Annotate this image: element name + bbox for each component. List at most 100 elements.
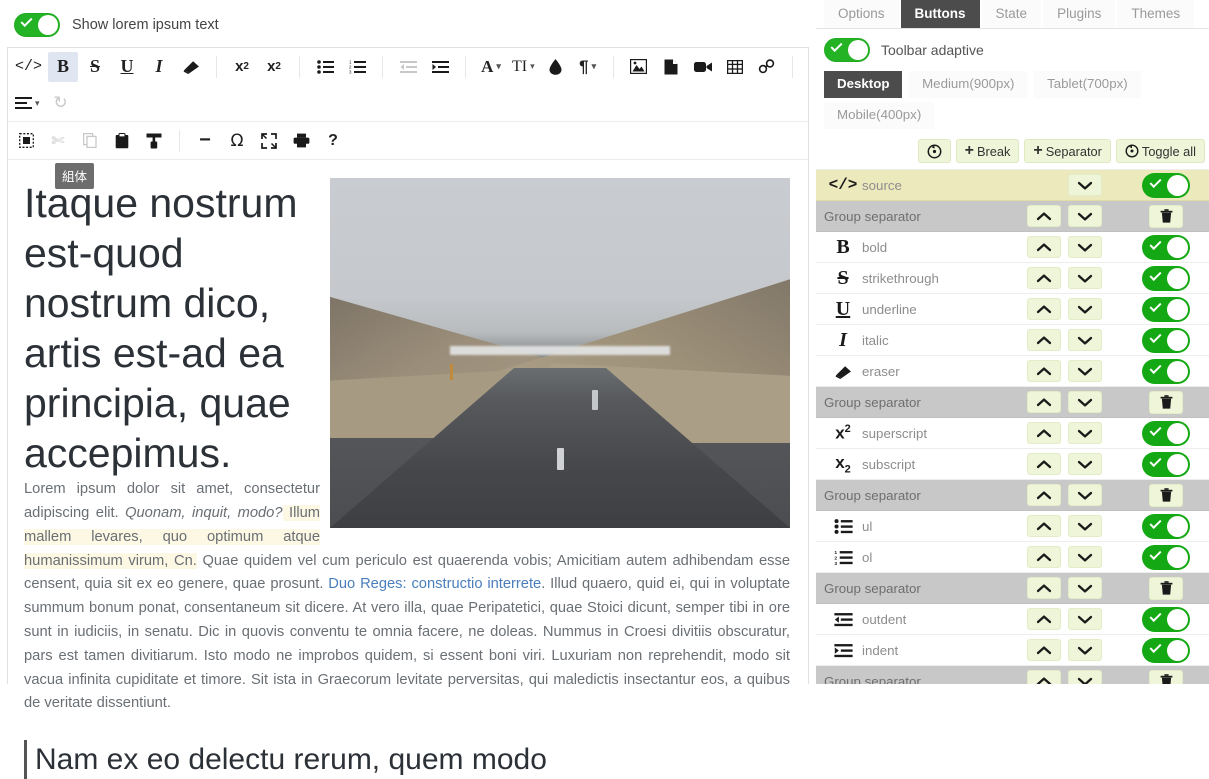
delete-button[interactable] bbox=[1149, 391, 1183, 414]
enable-toggle[interactable] bbox=[1142, 638, 1190, 663]
enable-toggle[interactable] bbox=[1142, 421, 1190, 446]
about-icon[interactable]: ? bbox=[318, 126, 348, 156]
eraser-icon[interactable] bbox=[176, 52, 206, 82]
tab-themes[interactable]: Themes bbox=[1117, 0, 1194, 28]
group-separator-row[interactable]: Group separator bbox=[816, 573, 1209, 604]
enable-toggle[interactable] bbox=[1142, 359, 1190, 384]
add-separator-button[interactable]: + Separator bbox=[1024, 139, 1111, 163]
align-icon[interactable]: ▾ bbox=[11, 88, 44, 118]
move-down-button[interactable] bbox=[1068, 608, 1102, 630]
move-up-button[interactable] bbox=[1027, 267, 1061, 289]
print-icon[interactable] bbox=[286, 126, 316, 156]
paste-format-icon[interactable] bbox=[139, 126, 169, 156]
move-up-button[interactable] bbox=[1027, 329, 1061, 351]
move-down-button[interactable] bbox=[1068, 391, 1102, 413]
button-row[interactable]: 123ol bbox=[816, 542, 1209, 573]
underline-icon[interactable]: U bbox=[112, 52, 142, 82]
video-icon[interactable] bbox=[688, 52, 718, 82]
delete-button[interactable] bbox=[1149, 670, 1183, 685]
move-down-button[interactable] bbox=[1068, 205, 1102, 227]
move-up-button[interactable] bbox=[1027, 546, 1061, 568]
move-down-button[interactable] bbox=[1068, 236, 1102, 258]
move-down-button[interactable] bbox=[1068, 484, 1102, 506]
ul-icon[interactable] bbox=[310, 52, 340, 82]
move-up-button[interactable] bbox=[1027, 236, 1061, 258]
move-up-button[interactable] bbox=[1027, 484, 1061, 506]
reset-button[interactable] bbox=[918, 139, 951, 163]
indent-icon[interactable] bbox=[425, 52, 455, 82]
button-row[interactable]: outdent bbox=[816, 604, 1209, 635]
enable-toggle[interactable] bbox=[1142, 545, 1190, 570]
move-up-button[interactable] bbox=[1027, 205, 1061, 227]
tab-options[interactable]: Options bbox=[824, 0, 899, 28]
document-image[interactable] bbox=[330, 178, 790, 528]
redo-icon[interactable]: ↻ bbox=[46, 88, 76, 118]
delete-button[interactable] bbox=[1149, 484, 1183, 507]
group-separator-row[interactable]: Group separator bbox=[816, 387, 1209, 418]
ol-icon[interactable]: 123 bbox=[342, 52, 372, 82]
image-icon[interactable] bbox=[624, 52, 654, 82]
enable-toggle[interactable] bbox=[1142, 328, 1190, 353]
strikethrough-icon[interactable]: S bbox=[80, 52, 110, 82]
move-down-button[interactable] bbox=[1068, 670, 1102, 684]
source-icon[interactable]: </> bbox=[11, 52, 46, 82]
button-row[interactable]: </>source bbox=[816, 170, 1209, 201]
breakpoint-tablet[interactable]: Tablet(700px) bbox=[1034, 71, 1141, 98]
move-down-button[interactable] bbox=[1068, 329, 1102, 351]
group-separator-row[interactable]: Group separator bbox=[816, 666, 1209, 684]
move-up-button[interactable] bbox=[1027, 453, 1061, 475]
move-up-button[interactable] bbox=[1027, 422, 1061, 444]
move-down-button[interactable] bbox=[1068, 515, 1102, 537]
delete-button[interactable] bbox=[1149, 205, 1183, 228]
move-down-button[interactable] bbox=[1068, 453, 1102, 475]
fontsize-icon[interactable]: TI▾ bbox=[508, 52, 539, 82]
button-row[interactable]: Uunderline bbox=[816, 294, 1209, 325]
button-row[interactable]: Bbold bbox=[816, 232, 1209, 263]
copy-icon[interactable] bbox=[75, 126, 105, 156]
toggle-all-button[interactable]: Toggle all bbox=[1116, 139, 1205, 163]
enable-toggle[interactable] bbox=[1142, 607, 1190, 632]
move-up-button[interactable] bbox=[1027, 608, 1061, 630]
fullsize-icon[interactable] bbox=[254, 126, 284, 156]
move-down-button[interactable] bbox=[1068, 360, 1102, 382]
move-down-button[interactable] bbox=[1068, 639, 1102, 661]
enable-toggle[interactable] bbox=[1142, 452, 1190, 477]
symbol-icon[interactable]: Ω bbox=[222, 126, 252, 156]
link-icon[interactable] bbox=[752, 52, 782, 82]
group-separator-row[interactable]: Group separator bbox=[816, 201, 1209, 232]
move-down-button[interactable] bbox=[1068, 267, 1102, 289]
button-row[interactable]: Sstrikethrough bbox=[816, 263, 1209, 294]
italic-icon[interactable]: I bbox=[144, 52, 174, 82]
cut-icon[interactable]: ✄ bbox=[43, 126, 73, 156]
toolbar-adaptive-toggle[interactable] bbox=[824, 38, 870, 62]
brush-icon[interactable] bbox=[541, 52, 571, 82]
enable-toggle[interactable] bbox=[1142, 235, 1190, 260]
tab-plugins[interactable]: Plugins bbox=[1043, 0, 1115, 28]
move-up-button[interactable] bbox=[1027, 360, 1061, 382]
move-down-button[interactable] bbox=[1068, 422, 1102, 444]
superscript-icon[interactable]: x2 bbox=[227, 52, 257, 82]
move-down-button[interactable] bbox=[1068, 577, 1102, 599]
paste-icon[interactable] bbox=[107, 126, 137, 156]
move-up-button[interactable] bbox=[1027, 639, 1061, 661]
enable-toggle[interactable] bbox=[1142, 514, 1190, 539]
button-row[interactable]: ul bbox=[816, 511, 1209, 542]
enable-toggle[interactable] bbox=[1142, 297, 1190, 322]
button-row[interactable]: eraser bbox=[816, 356, 1209, 387]
file-icon[interactable] bbox=[656, 52, 686, 82]
table-icon[interactable] bbox=[720, 52, 750, 82]
select-all-icon[interactable] bbox=[11, 126, 41, 156]
group-separator-row[interactable]: Group separator bbox=[816, 480, 1209, 511]
move-up-button[interactable] bbox=[1027, 577, 1061, 599]
document-link[interactable]: Duo Reges: constructio interrete bbox=[328, 576, 541, 592]
breakpoint-mobile[interactable]: Mobile(400px) bbox=[824, 102, 934, 129]
button-row[interactable]: x2subscript bbox=[816, 449, 1209, 480]
subscript-icon[interactable]: x2 bbox=[259, 52, 289, 82]
show-lorem-toggle[interactable] bbox=[14, 13, 60, 37]
move-up-button[interactable] bbox=[1027, 670, 1061, 684]
outdent-icon[interactable] bbox=[393, 52, 423, 82]
enable-toggle[interactable] bbox=[1142, 266, 1190, 291]
move-up-button[interactable] bbox=[1027, 391, 1061, 413]
button-row[interactable]: x2superscript bbox=[816, 418, 1209, 449]
move-down-button[interactable] bbox=[1068, 174, 1102, 196]
